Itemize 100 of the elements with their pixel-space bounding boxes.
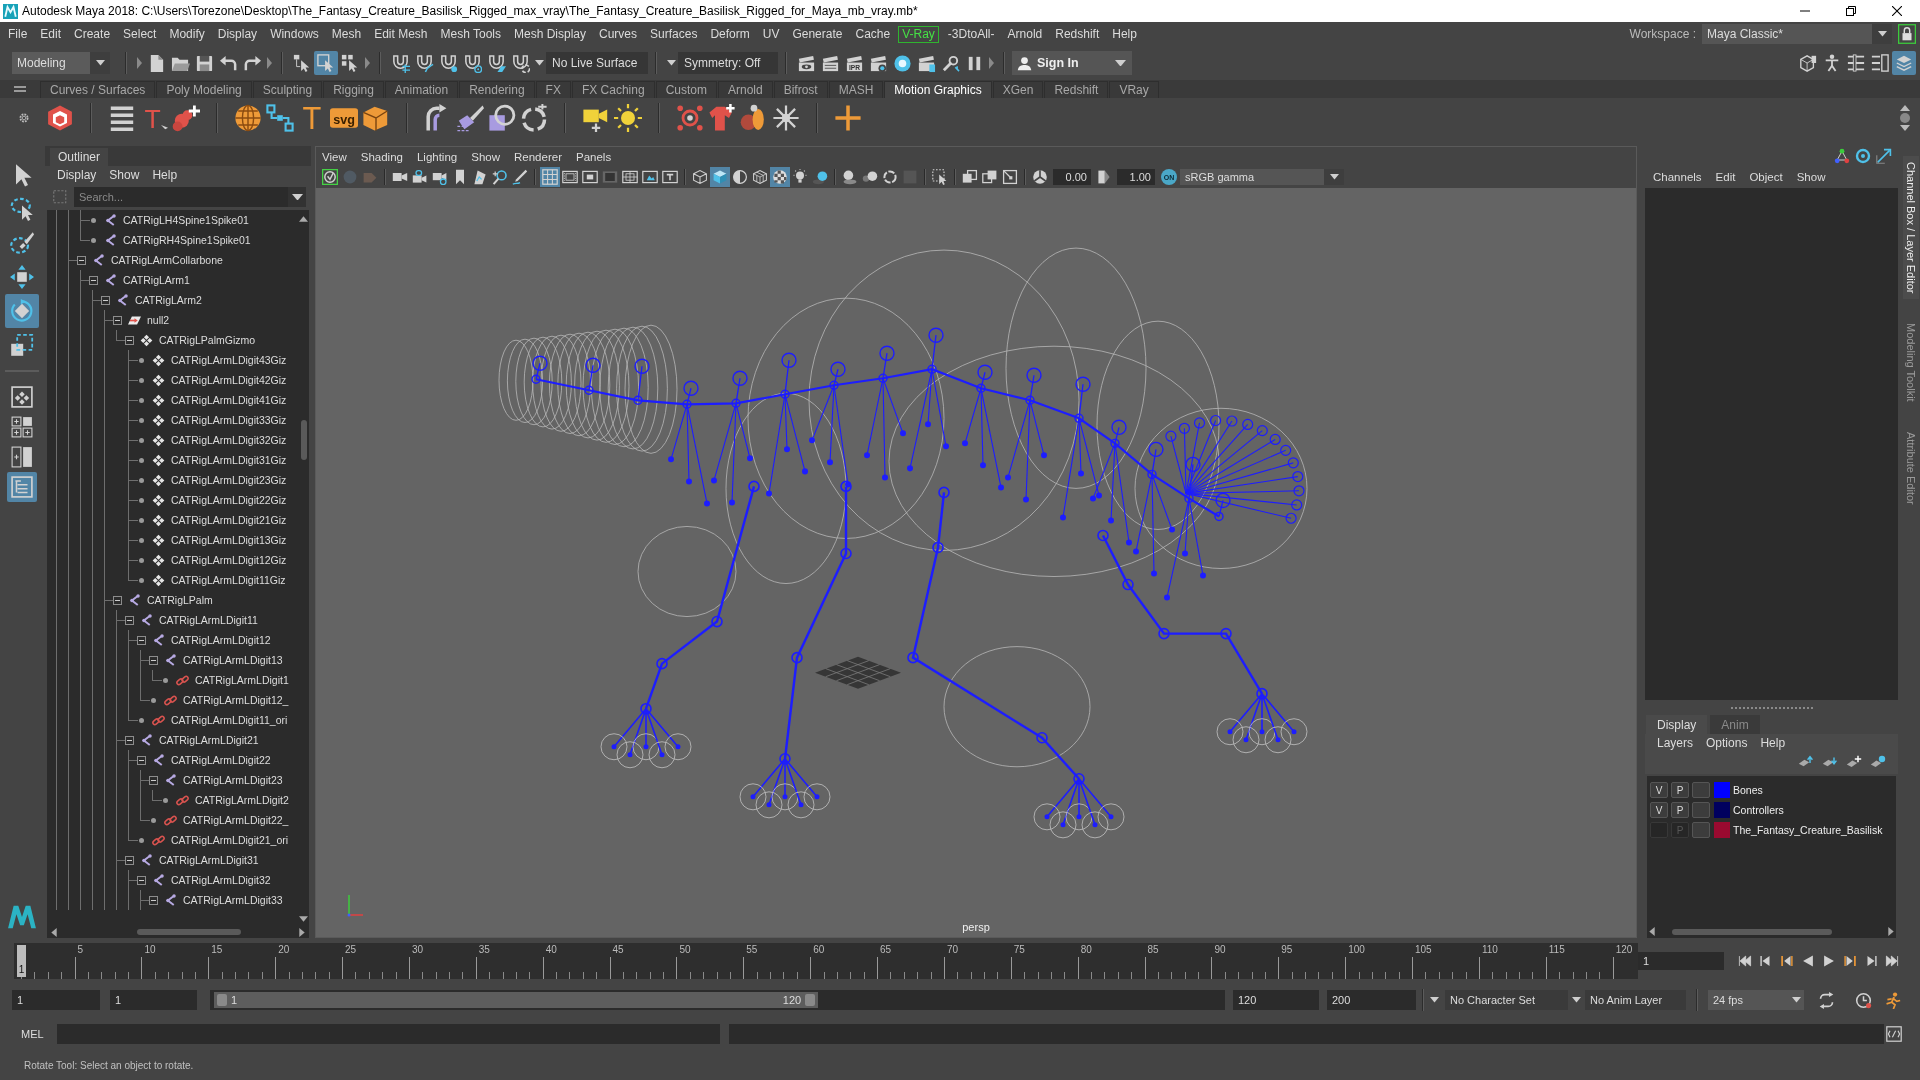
outliner-item[interactable]: CATRigLH4Spine1Spike01 xyxy=(123,214,249,226)
list-lines-icon[interactable] xyxy=(1847,54,1865,72)
visibility-toggle[interactable]: V xyxy=(1650,802,1668,818)
two-pane-layout-icon[interactable] xyxy=(11,446,33,468)
undo-icon[interactable] xyxy=(218,53,238,73)
shelf-tab[interactable]: FX xyxy=(535,81,571,98)
step-back-frame-icon[interactable] xyxy=(1759,954,1773,968)
step-back-key-icon[interactable] xyxy=(1780,954,1794,968)
shelf-tab[interactable]: Arnold xyxy=(717,81,773,98)
shelf-tab[interactable]: Bifrost xyxy=(773,81,828,98)
magnet-curve-icon[interactable] xyxy=(414,53,434,73)
loop-icon[interactable] xyxy=(1818,991,1835,1009)
gamma-field[interactable]: 1.00 xyxy=(1117,169,1155,185)
clapper-stack-icon[interactable] xyxy=(916,53,936,73)
list-lines-icon[interactable] xyxy=(108,104,136,132)
paint-select-tool-icon[interactable] xyxy=(10,231,34,255)
shelf-tab[interactable]: FX Caching xyxy=(571,81,655,98)
person-icon[interactable] xyxy=(1017,55,1032,71)
shelf-tab[interactable]: Rendering xyxy=(459,81,535,98)
collapse-arrow-icon[interactable] xyxy=(988,57,994,69)
cursor-grid-icon[interactable] xyxy=(341,54,359,72)
brush-icon[interactable] xyxy=(456,104,484,132)
outliner-item[interactable]: CATRigLArmLDigit21_ori xyxy=(171,834,289,846)
outliner-item[interactable]: CATRigLArmLDigit22_ xyxy=(183,814,289,826)
scrollbar-thumb[interactable] xyxy=(1671,928,1832,935)
scroll-dot-icon[interactable] xyxy=(1900,113,1910,123)
shelf-tab[interactable]: Redshift xyxy=(1044,81,1109,98)
check-circle-icon[interactable] xyxy=(322,169,338,185)
menu-item[interactable]: Options xyxy=(1706,736,1748,750)
scroll-down-icon[interactable] xyxy=(299,916,308,922)
safe-title-icon[interactable] xyxy=(662,169,678,185)
scale-tool-icon[interactable] xyxy=(10,333,34,357)
shelf-tab[interactable]: VRay xyxy=(1109,81,1159,98)
layer-editor-tab[interactable]: Display xyxy=(1646,715,1708,734)
menu-item[interactable]: Help xyxy=(152,168,178,182)
figure-icon[interactable] xyxy=(1823,54,1841,72)
menu-item[interactable]: Curves xyxy=(599,27,638,41)
outliner-item[interactable]: CATRigLArmLDigit13 xyxy=(183,654,283,666)
field-chart-icon[interactable] xyxy=(622,169,638,185)
cube-tools-icon[interactable] xyxy=(1799,54,1817,72)
side-tab[interactable]: Channel Box / Layer Editor xyxy=(1903,156,1919,300)
shelf-tab[interactable]: XGen xyxy=(992,81,1044,98)
outliner-item[interactable]: CATRigLArmLDigit23 xyxy=(183,774,283,786)
blur-spheres-icon[interactable] xyxy=(862,169,878,185)
scroll-right-icon[interactable] xyxy=(299,927,305,937)
box-icon[interactable] xyxy=(362,104,390,132)
image-plane-icon[interactable] xyxy=(472,169,488,185)
workspace-dropdown[interactable]: Maya Classic* xyxy=(1702,24,1892,44)
outliner-item[interactable]: null2 xyxy=(147,314,170,326)
playback-toggle[interactable]: P xyxy=(1671,782,1689,798)
dashed-ring-icon[interactable] xyxy=(520,104,548,132)
corner-square-icon[interactable] xyxy=(1002,169,1018,185)
menu-item[interactable]: Cache xyxy=(855,27,891,41)
menu-item[interactable]: Edit xyxy=(40,27,62,41)
outliner-item[interactable]: CATRigLArm1 xyxy=(123,274,190,286)
caret-down-icon[interactable] xyxy=(1329,174,1339,180)
menu-item[interactable]: Surfaces xyxy=(650,27,698,41)
menu-item[interactable]: View xyxy=(322,150,347,163)
menu-item[interactable]: Object xyxy=(1749,171,1783,183)
bulb-icon[interactable] xyxy=(792,169,808,185)
outliner-item[interactable]: CATRigLArmLDigit12 xyxy=(171,634,271,646)
scrollbar-thumb[interactable] xyxy=(137,929,241,935)
caret-down-icon[interactable] xyxy=(1430,997,1439,1003)
shaded-cube-icon[interactable] xyxy=(710,167,730,187)
outliner-item[interactable]: CATRigLArmLDigit22 xyxy=(171,754,271,766)
ring-icon[interactable] xyxy=(882,169,898,185)
display-type-toggle[interactable] xyxy=(1692,822,1710,838)
rotate-tool-icon[interactable] xyxy=(5,294,39,328)
move-tool-icon[interactable] xyxy=(10,265,34,289)
shader-sphere-icon[interactable] xyxy=(892,53,912,73)
end-time-field[interactable]: 200 xyxy=(1327,990,1416,1010)
collapse-arrow-icon[interactable] xyxy=(266,57,272,69)
menu-item[interactable]: Windows xyxy=(270,27,319,41)
collapse-box-icon[interactable] xyxy=(124,735,134,745)
time-slider[interactable]: 5 10 15 20 25 30 35 40 45 50 55 60 65 70 75 80 85 90 95 100 105 110 115 120 1 xyxy=(14,943,1638,979)
panel-tab[interactable]: Outliner xyxy=(50,148,109,166)
axis-triangle-icon[interactable] xyxy=(1834,148,1850,164)
menu-item[interactable]: -3DtoAll- xyxy=(947,27,995,41)
shelf-menu-icon[interactable] xyxy=(14,86,26,92)
pan-zoom-icon[interactable] xyxy=(492,169,508,185)
script-editor-icon[interactable] xyxy=(1886,1026,1903,1042)
shelf-tab[interactable]: Motion Graphics xyxy=(884,81,992,98)
side-tab[interactable]: Modeling Toolkit xyxy=(1903,317,1919,409)
magnifier-icon[interactable] xyxy=(940,53,960,73)
menu-item[interactable]: Mesh xyxy=(331,27,362,41)
menu-item[interactable]: Mesh Tools xyxy=(440,27,501,41)
sun-icon[interactable] xyxy=(614,104,642,132)
scroll-left-icon[interactable] xyxy=(51,927,57,937)
playback-end-field[interactable]: 120 xyxy=(1233,990,1319,1010)
color-space-dropdown[interactable]: sRGB gamma xyxy=(1180,169,1344,185)
play-forward-icon[interactable] xyxy=(1822,954,1836,968)
menu-item[interactable]: Show xyxy=(471,150,500,163)
current-time-marker[interactable]: 1 xyxy=(17,945,26,977)
diagonal-arrow-icon[interactable] xyxy=(1876,148,1892,164)
clapper-eye-icon[interactable] xyxy=(796,53,816,73)
sign-in-dropdown[interactable]: Sign In xyxy=(1012,51,1132,75)
menu-item[interactable]: Generate xyxy=(792,27,843,41)
globe-icon[interactable] xyxy=(234,104,262,132)
shirt-icon[interactable] xyxy=(708,104,736,132)
outliner-item[interactable]: CATRigLArmLDigit12_ xyxy=(183,694,289,706)
